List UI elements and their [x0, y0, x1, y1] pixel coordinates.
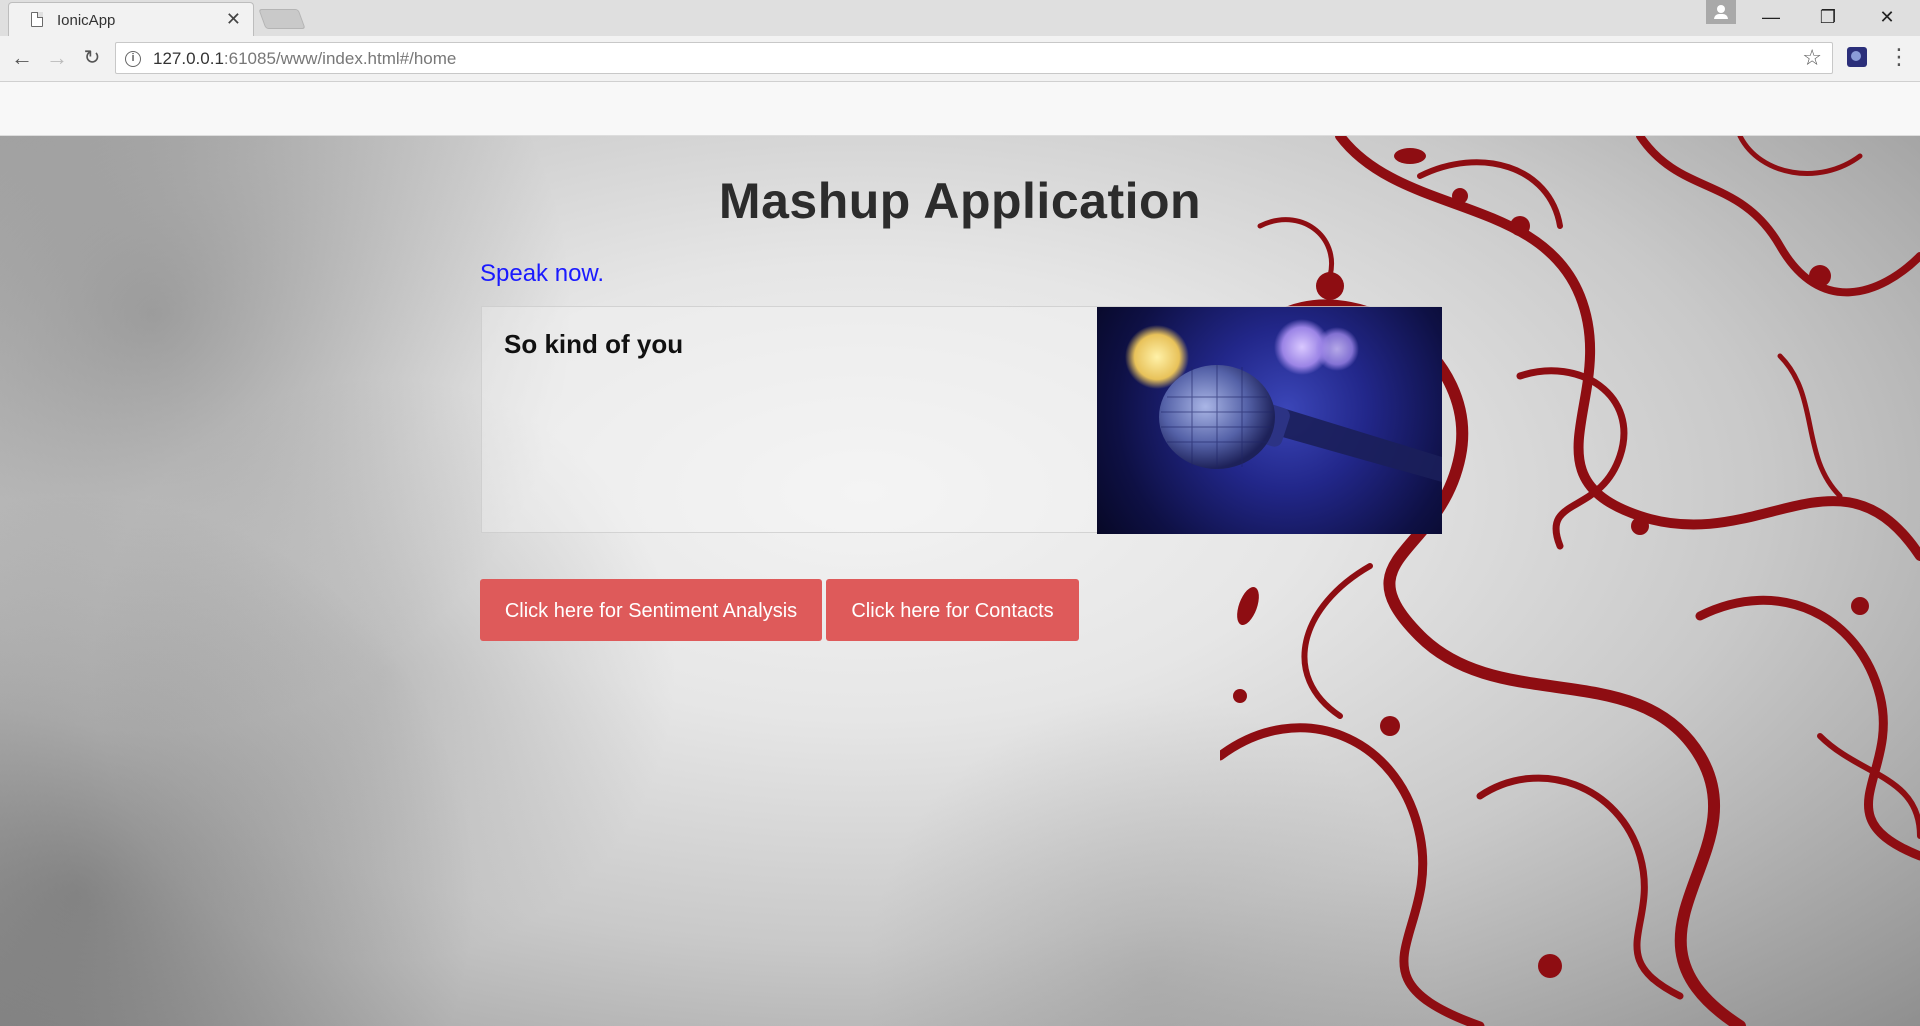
info-icon[interactable]: i: [125, 51, 141, 67]
app-content: Mashup Application Speak now. So kind of…: [0, 136, 1920, 1026]
bookmark-star-icon[interactable]: ☆: [1802, 45, 1822, 71]
app-header-bar: [0, 82, 1920, 136]
minimize-button[interactable]: —: [1748, 0, 1794, 34]
speak-prompt: Speak now.: [480, 260, 605, 287]
tab-ionicapp[interactable]: IonicApp ✕: [8, 2, 254, 36]
transcript-card: So kind of you: [481, 306, 1442, 534]
browser-toolbar: ← → ↻ i 127.0.0.1:61085/www/index.html#/…: [0, 36, 1920, 82]
browser-menu-icon[interactable]: ⋮: [1888, 42, 1910, 72]
page-icon: [31, 12, 43, 27]
browser-chrome: IonicApp ✕ — ❐ ✕ ← → ↻ i 127.0.0.1:61085…: [0, 0, 1920, 82]
close-tab-icon[interactable]: ✕: [226, 9, 241, 30]
page-title: Mashup Application: [718, 173, 1202, 229]
reload-icon[interactable]: ↻: [78, 44, 106, 72]
url-text[interactable]: 127.0.0.1:61085/www/index.html#/home: [153, 49, 456, 69]
contacts-button[interactable]: Click here for Contacts: [826, 579, 1079, 641]
transcript-text: So kind of you: [504, 329, 684, 359]
new-tab-button[interactable]: [258, 9, 306, 29]
profile-icon[interactable]: [1706, 0, 1736, 24]
address-bar[interactable]: i 127.0.0.1:61085/www/index.html#/home ☆: [115, 42, 1833, 74]
tab-strip: IonicApp ✕ — ❐ ✕: [0, 0, 1920, 36]
microphone-image: [1097, 307, 1442, 534]
extension-icon[interactable]: [1847, 47, 1867, 67]
tab-title: IonicApp: [57, 12, 116, 29]
back-arrow-icon[interactable]: ←: [8, 44, 36, 72]
decorative-swirl: [1220, 136, 1920, 1026]
sentiment-analysis-button[interactable]: Click here for Sentiment Analysis: [480, 579, 822, 641]
close-window-button[interactable]: ✕: [1864, 0, 1910, 34]
restore-button[interactable]: ❐: [1805, 0, 1851, 34]
forward-arrow-icon[interactable]: →: [43, 44, 71, 72]
